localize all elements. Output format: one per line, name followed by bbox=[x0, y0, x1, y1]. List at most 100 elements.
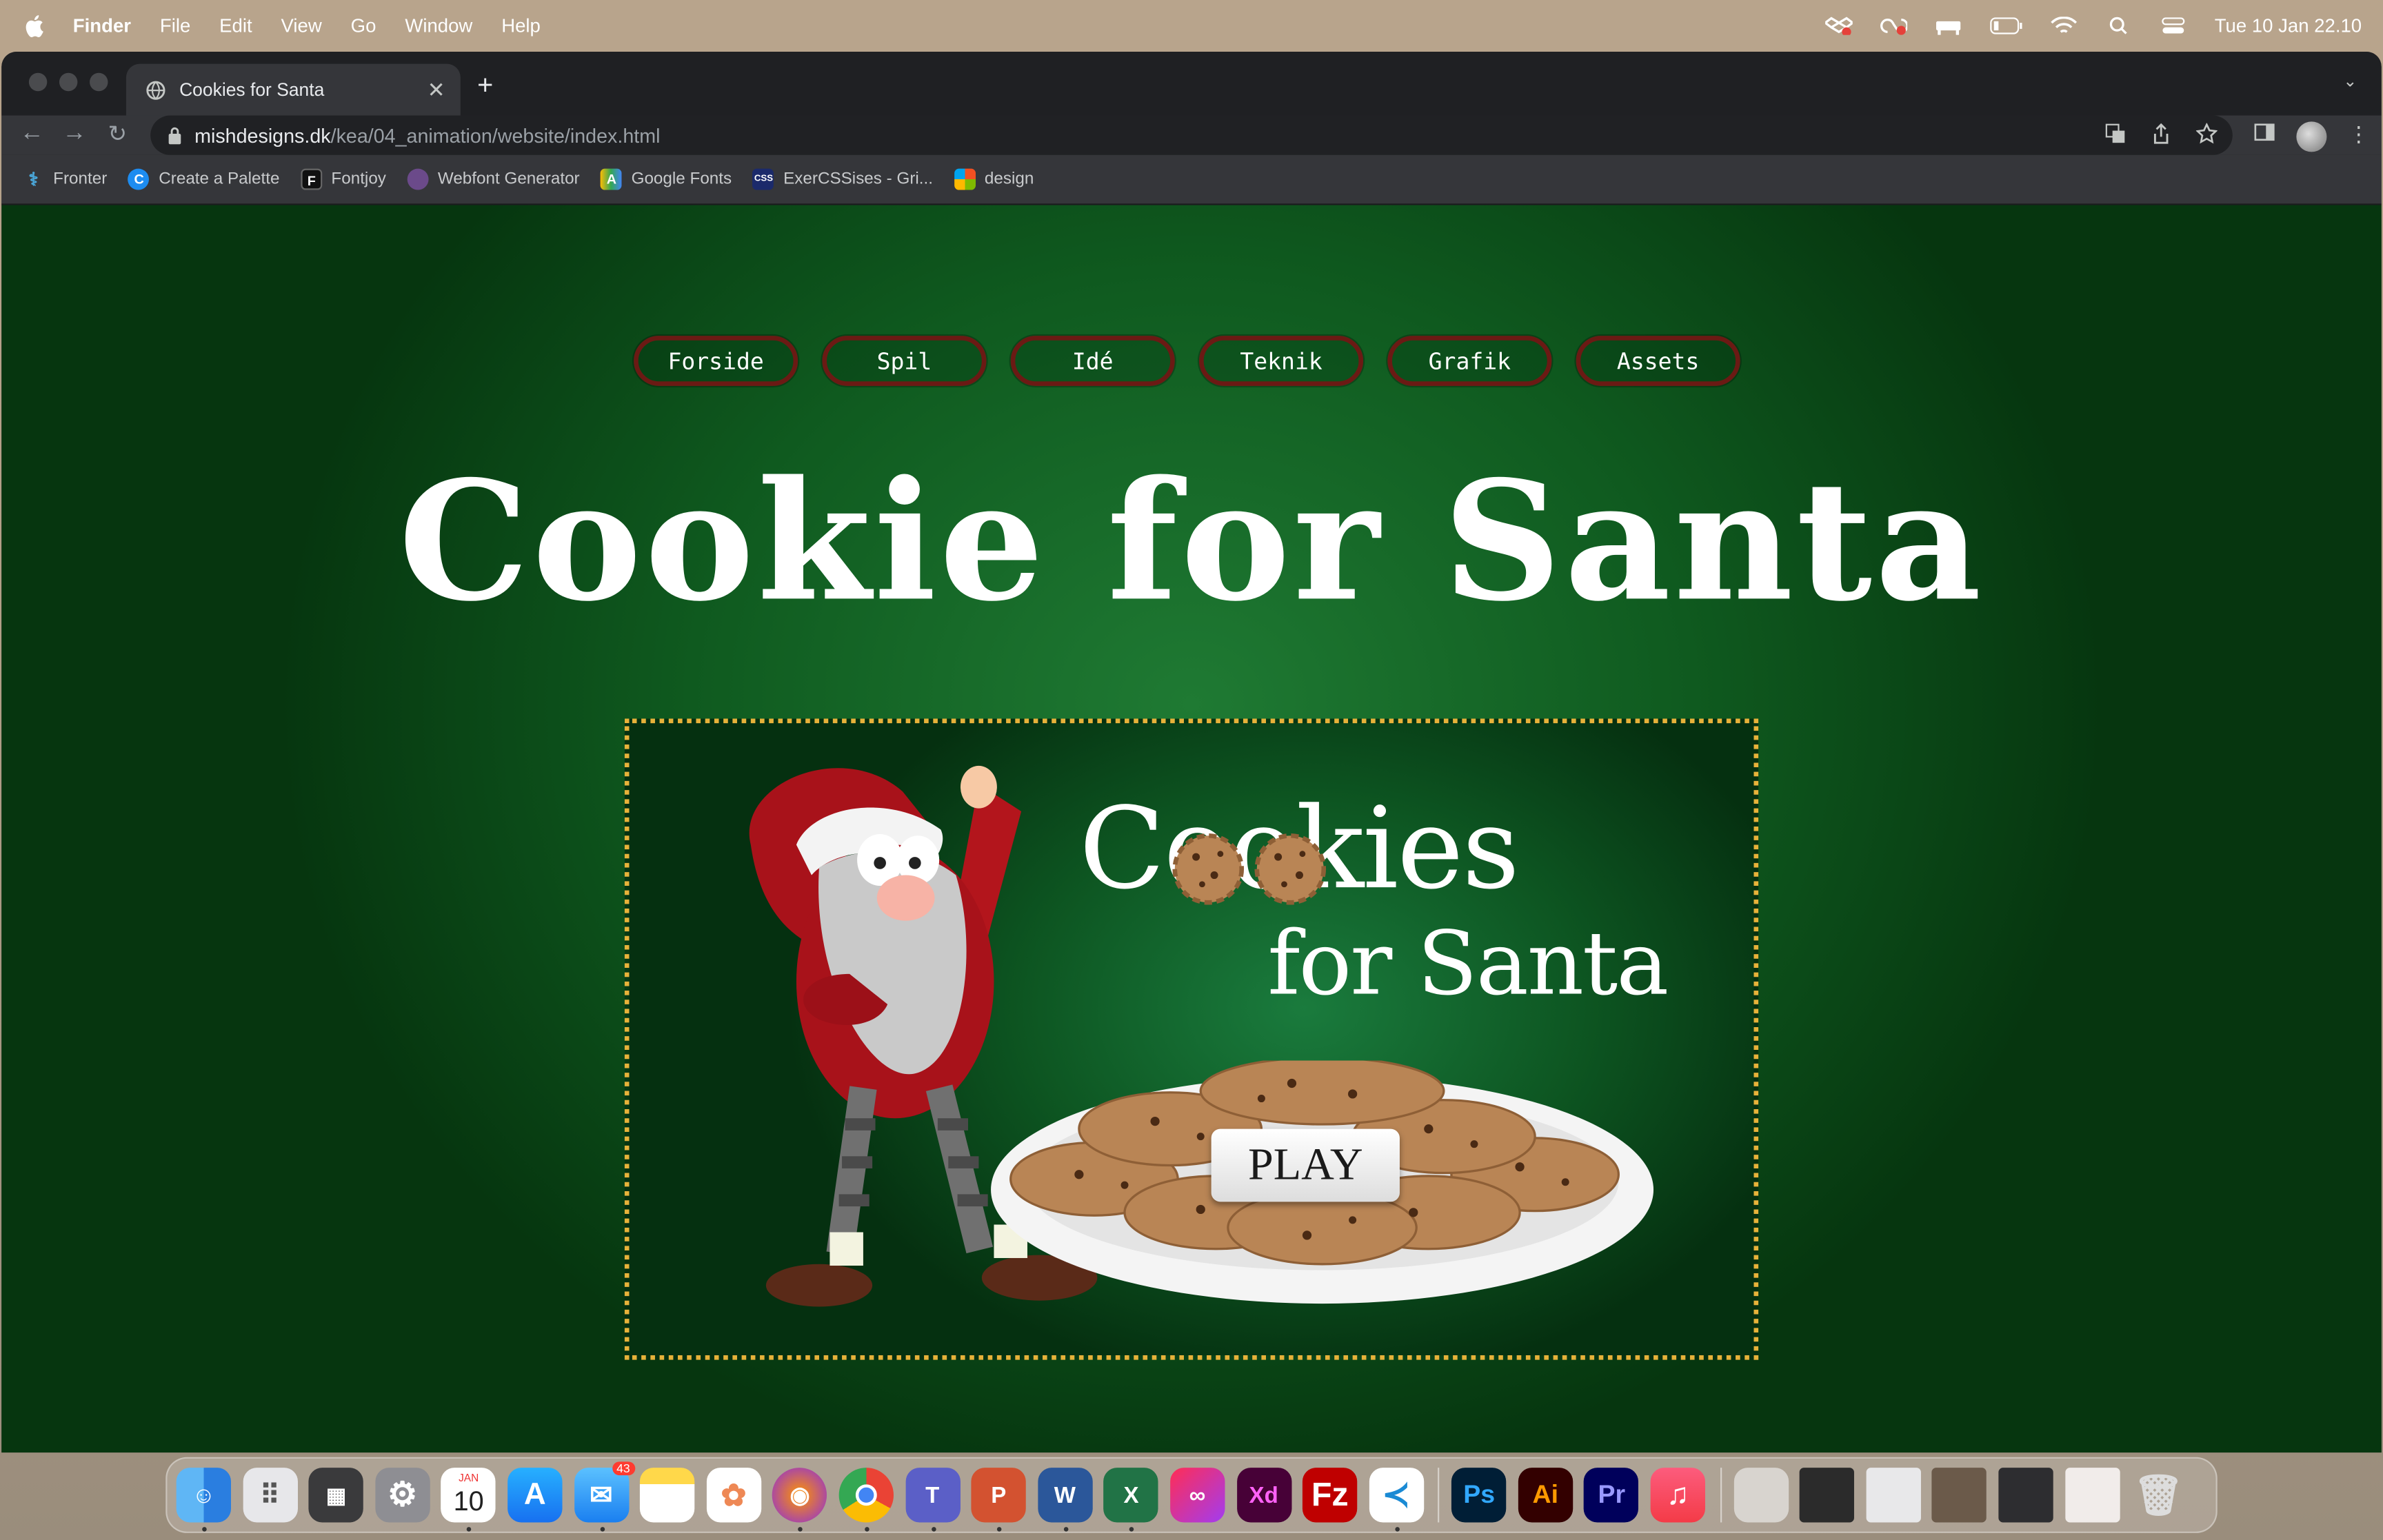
back-arrow-icon[interactable]: ← bbox=[20, 120, 44, 148]
tab-search-chevron-icon[interactable]: ⌄ bbox=[2343, 72, 2357, 91]
nav-teknik[interactable]: Teknik bbox=[1199, 336, 1364, 386]
close-window-button[interactable] bbox=[28, 72, 48, 92]
logo-cookie-icons bbox=[1172, 833, 1327, 905]
site-nav: Forside Spil Idé Teknik Grafik Assets bbox=[1, 336, 2382, 386]
bookmark-label: design bbox=[984, 170, 1034, 189]
new-tab-button[interactable]: + bbox=[477, 70, 493, 101]
minimized-window-thumbnail[interactable] bbox=[1998, 1468, 2053, 1523]
reload-icon[interactable]: ↻ bbox=[108, 120, 127, 147]
menu-help[interactable]: Help bbox=[501, 14, 541, 36]
share-icon[interactable] bbox=[2151, 123, 2172, 145]
vscode-icon[interactable]: ≺ bbox=[1369, 1468, 1424, 1532]
url-host: mishdesigns.dk bbox=[194, 123, 331, 147]
creative-cloud-icon[interactable]: ∞ bbox=[1169, 1468, 1225, 1523]
notes-icon[interactable] bbox=[640, 1468, 695, 1523]
tab-title: Cookies for Santa bbox=[179, 79, 325, 101]
bookmark-label: Fronter bbox=[53, 170, 108, 189]
launchpad-icon[interactable]: ⠿ bbox=[242, 1468, 298, 1523]
excel-icon[interactable]: X bbox=[1103, 1468, 1159, 1532]
bookmark-label: Webfont Generator bbox=[437, 170, 580, 189]
menu-edit[interactable]: Edit bbox=[219, 14, 252, 36]
menu-file[interactable]: File bbox=[160, 14, 190, 36]
word-icon[interactable]: W bbox=[1037, 1468, 1093, 1532]
close-tab-icon[interactable]: ✕ bbox=[424, 77, 448, 102]
bookmark-webfont-generator[interactable]: Webfont Generator bbox=[407, 168, 580, 190]
more-menu-icon[interactable]: ⋮ bbox=[2348, 121, 2369, 152]
translate-icon[interactable] bbox=[2105, 123, 2126, 145]
finder-icon[interactable]: ☺ bbox=[176, 1468, 232, 1532]
zoom-window-button[interactable] bbox=[90, 72, 108, 92]
music-icon[interactable]: ♫ bbox=[1650, 1468, 1706, 1523]
minimized-window-thumbnail[interactable] bbox=[1866, 1468, 1921, 1523]
trash-icon[interactable]: 🗑 bbox=[2131, 1468, 2186, 1522]
bookmark-label: Create a Palette bbox=[159, 170, 280, 189]
nav-assets[interactable]: Assets bbox=[1576, 336, 1740, 386]
forward-arrow-icon[interactable]: → bbox=[62, 120, 86, 148]
calendar-month: JAN bbox=[459, 1473, 479, 1485]
calendar-day: 10 bbox=[453, 1486, 484, 1517]
bookmark-star-icon[interactable] bbox=[2195, 123, 2218, 145]
bookmark-fronter[interactable]: ⚕ Fronter bbox=[23, 169, 107, 190]
mail-icon[interactable]: ✉ 43 bbox=[574, 1461, 635, 1532]
minimize-window-button[interactable] bbox=[59, 72, 78, 92]
menu-app-name[interactable]: Finder bbox=[73, 14, 131, 36]
bookmark-fontjoy[interactable]: F Fontjoy bbox=[301, 168, 386, 190]
adobe-xd-icon[interactable]: Xd bbox=[1236, 1468, 1291, 1523]
bookmarks-bar: ⚕ Fronter C Create a Palette F Fontjoy Webf… bbox=[1, 154, 2382, 205]
lock-icon[interactable] bbox=[167, 126, 182, 145]
battery-icon[interactable] bbox=[1989, 16, 2022, 34]
nav-ide[interactable]: Idé bbox=[1010, 336, 1175, 386]
bookmark-google-fonts[interactable]: A Google Fonts bbox=[601, 168, 732, 190]
photoshop-icon[interactable]: Ps bbox=[1451, 1468, 1507, 1523]
minimized-window-thumbnail[interactable] bbox=[1800, 1468, 1855, 1523]
menu-view[interactable]: View bbox=[281, 14, 322, 36]
chrome-icon[interactable] bbox=[838, 1468, 894, 1532]
calculator-icon[interactable]: ▦ bbox=[308, 1468, 364, 1523]
firefox-icon[interactable]: ◉ bbox=[772, 1468, 827, 1532]
system-settings-icon[interactable]: ⚙ bbox=[374, 1468, 430, 1523]
profile-avatar[interactable] bbox=[2296, 121, 2327, 152]
apple-icon[interactable] bbox=[24, 13, 46, 37]
bed-icon[interactable] bbox=[1935, 16, 1962, 34]
menu-go[interactable]: Go bbox=[351, 14, 376, 36]
downloads-stack-icon[interactable] bbox=[1733, 1468, 1789, 1523]
side-panel-icon[interactable] bbox=[2254, 121, 2275, 143]
control-center-icon[interactable] bbox=[2160, 16, 2187, 34]
app-store-icon[interactable]: A bbox=[507, 1468, 563, 1523]
menu-window[interactable]: Window bbox=[405, 14, 472, 36]
dropbox-icon[interactable] bbox=[1825, 16, 1853, 34]
powerpoint-icon[interactable]: P bbox=[971, 1468, 1027, 1532]
illustrator-icon[interactable]: Ai bbox=[1518, 1468, 1573, 1523]
css-icon: CSS bbox=[753, 168, 774, 190]
nav-grafik[interactable]: Grafik bbox=[1387, 336, 1552, 386]
photos-icon[interactable]: ✿ bbox=[706, 1468, 761, 1523]
play-button[interactable]: PLAY bbox=[1211, 1128, 1400, 1202]
premiere-icon[interactable]: Pr bbox=[1584, 1468, 1640, 1523]
globe-icon bbox=[146, 80, 165, 99]
creative-cloud-icon[interactable] bbox=[1880, 16, 1908, 34]
fontjoy-icon: F bbox=[301, 168, 323, 190]
minimized-window-thumbnail[interactable] bbox=[1932, 1468, 1987, 1523]
bookmark-label: Google Fonts bbox=[631, 170, 732, 189]
nav-forside[interactable]: Forside bbox=[634, 336, 798, 386]
wifi-icon[interactable] bbox=[2051, 16, 2078, 34]
web-page: Forside Spil Idé Teknik Grafik Assets Co… bbox=[1, 205, 2382, 1453]
game-stage[interactable]: Cookies for Santa bbox=[624, 718, 1759, 1360]
filezilla-icon[interactable]: Fz bbox=[1303, 1468, 1358, 1523]
browser-tab[interactable]: Cookies for Santa ✕ bbox=[125, 63, 461, 116]
design-folder-icon bbox=[954, 168, 976, 190]
calendar-icon[interactable]: JAN 10 bbox=[441, 1468, 496, 1532]
minimized-window-thumbnail[interactable] bbox=[2064, 1468, 2120, 1523]
teams-icon[interactable]: T bbox=[905, 1468, 960, 1532]
browser-toolbar: ← → ↻ mishdesigns.dk/kea/04_animation/we… bbox=[1, 115, 2382, 155]
address-bar[interactable]: mishdesigns.dk/kea/04_animation/website/… bbox=[150, 115, 2233, 155]
tab-strip: Cookies for Santa ✕ + ⌄ bbox=[1, 51, 2382, 116]
browser-window: Cookies for Santa ✕ + ⌄ ← → ↻ mishdesign… bbox=[1, 51, 2382, 1453]
bookmark-exercssises[interactable]: CSS ExerCSSises - Gri... bbox=[753, 168, 933, 190]
spotlight-search-icon[interactable] bbox=[2105, 16, 2133, 34]
bookmark-design-folder[interactable]: design bbox=[954, 168, 1034, 190]
bookmark-create-palette[interactable]: C Create a Palette bbox=[128, 168, 280, 190]
dock-separator bbox=[1438, 1468, 1440, 1523]
menubar-clock[interactable]: Tue 10 Jan 22.10 bbox=[2215, 14, 2362, 36]
nav-spil[interactable]: Spil bbox=[822, 336, 987, 386]
